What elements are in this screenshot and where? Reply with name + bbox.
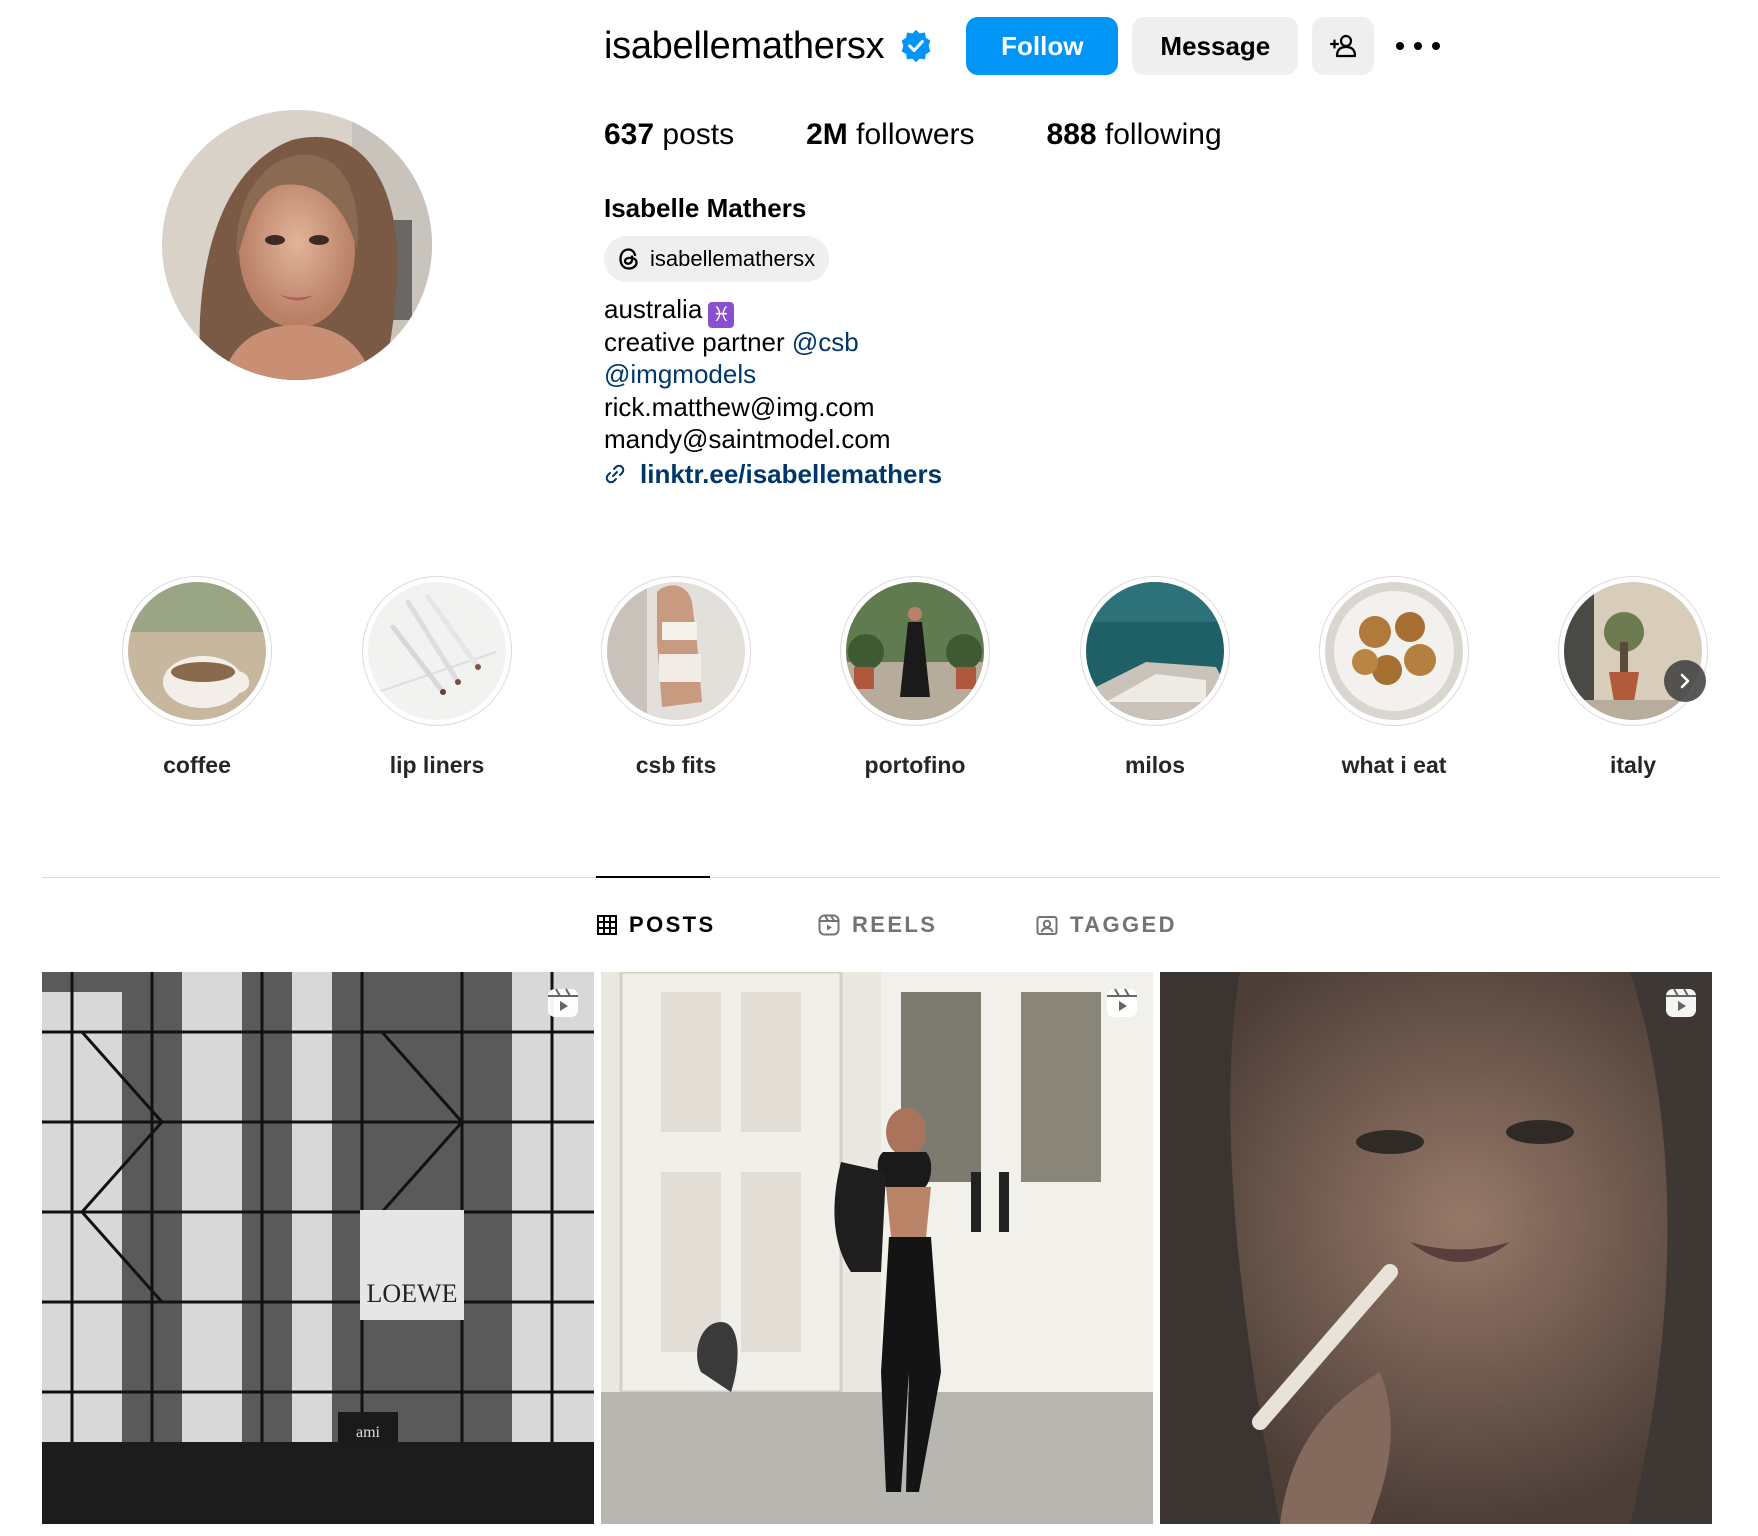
highlight-milos[interactable]: milos [1055,576,1255,779]
highlight-label: italy [1609,752,1657,778]
follow-button[interactable]: Follow [966,17,1119,75]
post-image: LOEWE ami [42,972,594,1524]
pisces-emoji: ♓ [708,302,735,328]
full-name: Isabelle Mathers [604,193,807,223]
threads-badge[interactable]: isabellemathersx [604,236,830,282]
bio-email-1: rick.matthew@img.com [604,391,875,422]
tab-reels[interactable]: REELS [818,912,937,938]
suggested-users-button[interactable] [1312,17,1375,75]
chevron-right-icon[interactable] [1664,660,1706,702]
highlight-thumbnail [1325,582,1463,720]
highlight-thumbnail [128,582,266,720]
threads-icon [619,248,638,270]
profile-header-row: isabellemathersx Follow Message [604,16,1441,76]
highlight-thumbnail [607,582,745,720]
more-options-icon[interactable] [1396,36,1441,56]
verified-badge-icon [901,29,931,63]
active-tab-indicator [596,876,710,878]
mention-imgmodels[interactable]: @imgmodels [604,359,756,389]
tabs-divider [42,877,1720,878]
profile-avatar[interactable] [162,110,432,380]
highlight-coffee[interactable]: coffee [97,576,297,779]
highlight-thumbnail [1086,582,1224,720]
highlight-label: milos [1124,752,1186,778]
following-count[interactable]: 888 following [1047,118,1222,152]
threads-handle: isabellemathersx [650,246,816,271]
highlight-portofino[interactable]: portofino [815,576,1015,779]
post-image [601,972,1153,1524]
highlight-label: lip liners [389,752,485,778]
highlight-thumbnail [846,582,984,720]
grid-icon [597,915,617,935]
highlight-lip-liners[interactable]: lip liners [337,576,537,779]
reel-icon [1666,988,1696,1017]
post-sign-text: ami [356,1424,381,1441]
highlight-csb-fits[interactable]: csb fits [576,576,776,779]
bio-email-2: mandy@saintmodel.com [604,424,891,455]
highlight-thumbnail [368,582,506,720]
tab-posts[interactable]: POSTS [597,912,716,938]
post-tile[interactable] [601,972,1153,1524]
profile-stats: 637 posts 2M followers 888 following [604,118,1294,152]
highlight-what-i-eat[interactable]: what i eat [1294,576,1494,779]
bio-external-link[interactable]: linktr.ee/isabellemathers [604,458,942,491]
tab-tagged[interactable]: TAGGED [1036,912,1177,938]
highlight-label: what i eat [1341,752,1447,778]
bio-location: australia ♓ [604,293,942,328]
link-icon [605,464,625,484]
post-image [1160,972,1712,1524]
message-button[interactable]: Message [1132,17,1299,75]
mention-csb[interactable]: @csb [792,327,859,357]
bio-partner-line: creative partner @csb [604,326,859,357]
followers-count[interactable]: 2M followers [806,118,974,152]
highlight-label: csb fits [635,752,717,778]
highlight-label: portofino [864,752,966,778]
add-user-icon [1330,34,1357,58]
highlight-label: coffee [163,752,231,778]
post-sign-text: LOEWE [367,1279,458,1308]
posts-count: 637 posts [604,118,735,151]
reel-icon [1107,988,1137,1017]
post-tile[interactable] [1160,972,1712,1524]
reels-icon [818,914,840,936]
bio-agency-line: @imgmodels [604,358,942,391]
bio: australia ♓ creative partner @csb @imgmod… [604,293,942,491]
tagged-icon [1036,916,1058,935]
reel-icon [548,988,578,1017]
username: isabellemathersx [604,24,885,67]
story-highlights: coffee lip liners csb fits portofino mil… [0,576,1758,796]
post-tile[interactable]: LOEWE ami [42,972,594,1524]
